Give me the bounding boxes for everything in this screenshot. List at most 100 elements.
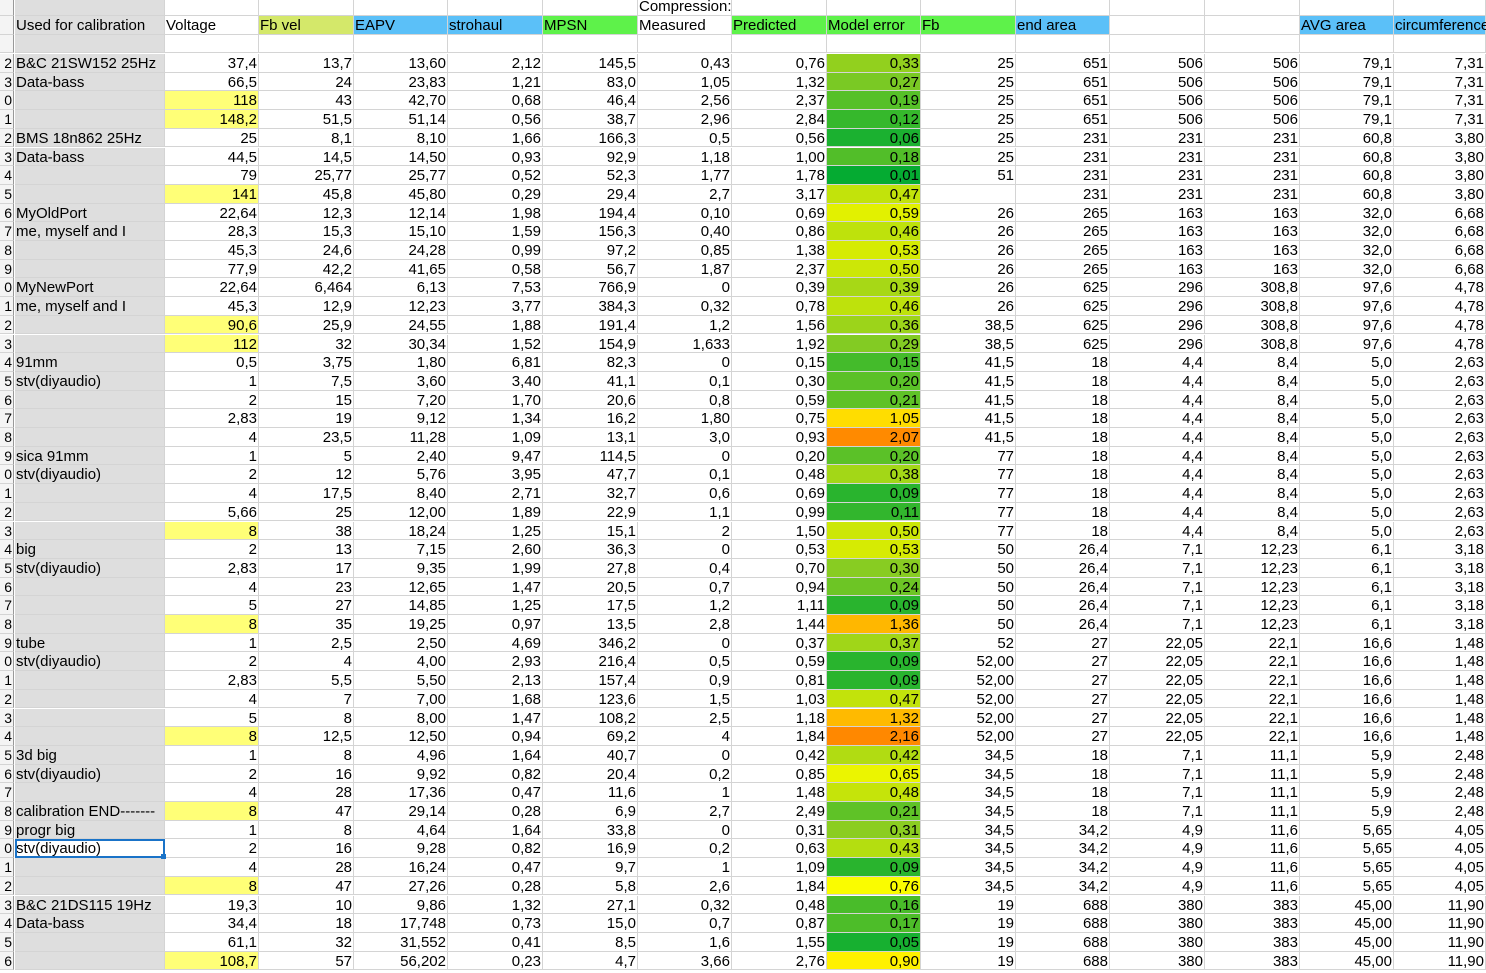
data-cell[interactable]: 0,69: [732, 484, 827, 503]
data-cell[interactable]: 0,9: [638, 671, 732, 690]
data-cell[interactable]: 8,00: [354, 708, 448, 728]
data-cell[interactable]: 83,0: [543, 72, 638, 92]
data-cell[interactable]: 1,11: [732, 596, 827, 615]
data-cell[interactable]: 8,5: [543, 932, 638, 952]
data-cell[interactable]: 506: [1110, 54, 1205, 73]
data-cell[interactable]: 0,56: [448, 110, 543, 129]
data-cell[interactable]: 6,1: [1300, 596, 1394, 615]
label-cell[interactable]: BMS 18n862 25Hz: [15, 128, 165, 148]
data-cell[interactable]: 18: [1016, 484, 1110, 503]
data-cell[interactable]: 50: [921, 558, 1016, 578]
data-cell[interactable]: 14,5: [259, 147, 354, 167]
voltage-cell[interactable]: 4: [165, 783, 259, 802]
sheet-cell[interactable]: [448, 0, 543, 16]
data-cell[interactable]: 1,47: [448, 708, 543, 728]
data-cell[interactable]: 8,40: [354, 484, 448, 503]
data-cell[interactable]: 383: [1205, 914, 1300, 933]
selection-handle[interactable]: [161, 854, 166, 860]
data-cell[interactable]: 2,63: [1394, 353, 1486, 372]
data-cell[interactable]: 1,25: [448, 596, 543, 615]
data-cell[interactable]: 1: [638, 783, 732, 802]
data-cell[interactable]: 77: [921, 446, 1016, 466]
model-error-cell[interactable]: 0,24: [827, 577, 921, 597]
data-cell[interactable]: 166,3: [543, 128, 638, 148]
data-cell[interactable]: 9,28: [354, 839, 448, 859]
data-cell[interactable]: 32,0: [1300, 222, 1394, 241]
data-cell[interactable]: 0,28: [448, 802, 543, 821]
data-cell[interactable]: 688: [1016, 951, 1110, 971]
data-cell[interactable]: 5,0: [1300, 465, 1394, 485]
data-cell[interactable]: 1,5: [638, 689, 732, 709]
voltage-cell[interactable]: 5: [165, 708, 259, 728]
data-cell[interactable]: 7,15: [354, 540, 448, 559]
row-header[interactable]: 3: [0, 147, 14, 167]
data-cell[interactable]: 8,4: [1205, 409, 1300, 428]
data-cell[interactable]: 0,7: [638, 914, 732, 933]
data-cell[interactable]: 18: [1016, 502, 1110, 522]
data-cell[interactable]: 163: [1110, 241, 1205, 260]
data-cell[interactable]: 7,1: [1110, 802, 1205, 821]
data-cell[interactable]: 97,6: [1300, 334, 1394, 354]
data-cell[interactable]: 29,14: [354, 802, 448, 821]
data-cell[interactable]: 41,5: [921, 428, 1016, 447]
model-error-cell[interactable]: 0,53: [827, 540, 921, 559]
data-cell[interactable]: 506: [1110, 91, 1205, 111]
model-error-cell[interactable]: 0,59: [827, 203, 921, 223]
data-cell[interactable]: 5,8: [543, 876, 638, 896]
row-header[interactable]: 0: [0, 278, 14, 298]
voltage-cell[interactable]: 77,9: [165, 259, 259, 279]
data-cell[interactable]: 14,85: [354, 596, 448, 615]
data-cell[interactable]: 79,1: [1300, 54, 1394, 73]
data-cell[interactable]: 384,3: [543, 297, 638, 316]
data-cell[interactable]: 16: [259, 839, 354, 859]
data-cell[interactable]: 11,28: [354, 428, 448, 447]
voltage-cell[interactable]: 61,1: [165, 932, 259, 952]
row-header[interactable]: 8: [0, 241, 14, 260]
data-cell[interactable]: 2,50: [354, 633, 448, 653]
data-cell[interactable]: 60,8: [1300, 166, 1394, 185]
data-cell[interactable]: 97,6: [1300, 315, 1394, 335]
data-cell[interactable]: 1,48: [1394, 727, 1486, 746]
data-cell[interactable]: 5,0: [1300, 502, 1394, 522]
data-cell[interactable]: 2: [638, 521, 732, 541]
data-cell[interactable]: 17,5: [259, 484, 354, 503]
data-cell[interactable]: 52,00: [921, 727, 1016, 746]
data-cell[interactable]: 7,1: [1110, 540, 1205, 559]
data-cell[interactable]: 11,1: [1205, 783, 1300, 802]
voltage-cell[interactable]: 5: [165, 596, 259, 615]
data-cell[interactable]: 5,65: [1300, 858, 1394, 877]
data-cell[interactable]: 0,5: [638, 128, 732, 148]
data-cell[interactable]: 0,32: [638, 895, 732, 915]
data-cell[interactable]: 0,81: [732, 671, 827, 690]
model-error-cell[interactable]: 0,43: [827, 839, 921, 859]
data-cell[interactable]: 13,5: [543, 615, 638, 634]
data-cell[interactable]: 25,77: [259, 166, 354, 185]
data-cell[interactable]: 69,2: [543, 727, 638, 746]
data-cell[interactable]: 4,78: [1394, 334, 1486, 354]
label-cell[interactable]: [15, 390, 165, 410]
data-cell[interactable]: 0,85: [638, 241, 732, 260]
voltage-cell[interactable]: 118: [165, 91, 259, 111]
data-cell[interactable]: 506: [1205, 91, 1300, 111]
row-header[interactable]: 5: [0, 184, 14, 204]
data-cell[interactable]: 5,0: [1300, 484, 1394, 503]
data-cell[interactable]: 7,31: [1394, 110, 1486, 129]
sheet-cell[interactable]: [1110, 0, 1205, 16]
voltage-cell[interactable]: 22,64: [165, 278, 259, 298]
row-header[interactable]: 2: [0, 689, 14, 709]
data-cell[interactable]: 1,48: [732, 783, 827, 802]
data-cell[interactable]: 52,00: [921, 689, 1016, 709]
sheet-cell[interactable]: [1394, 34, 1486, 54]
data-cell[interactable]: 19,25: [354, 615, 448, 634]
model-error-cell[interactable]: 0,39: [827, 278, 921, 298]
data-cell[interactable]: 4,4: [1110, 502, 1205, 522]
data-cell[interactable]: 27: [1016, 727, 1110, 746]
data-cell[interactable]: 97,6: [1300, 297, 1394, 316]
label-cell[interactable]: B&C 21SW152 25Hz: [15, 54, 165, 73]
data-cell[interactable]: 77: [921, 484, 1016, 503]
data-cell[interactable]: 9,92: [354, 764, 448, 784]
data-cell[interactable]: 0,59: [732, 390, 827, 410]
sheet-cell[interactable]: Compression:: [638, 0, 732, 16]
data-cell[interactable]: 1,48: [1394, 689, 1486, 709]
data-cell[interactable]: 22,1: [1205, 689, 1300, 709]
